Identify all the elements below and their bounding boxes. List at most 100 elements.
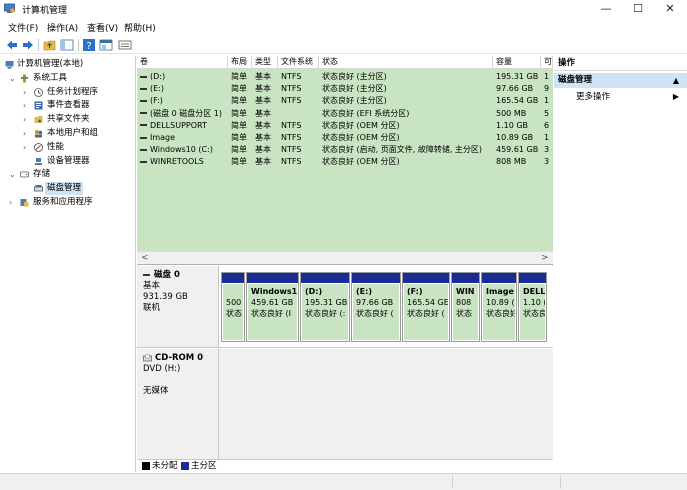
tree-system-tools[interactable]: ⌄ 系统工具 [0, 72, 135, 85]
volume-cell-text: 简单 [231, 120, 247, 130]
console-tree-icon[interactable] [60, 38, 74, 52]
tree-label: 磁盘管理 [45, 182, 84, 195]
column-header-filesystem[interactable]: 文件系统 [278, 56, 319, 69]
volume-cell-layout: 简单 [231, 83, 253, 95]
expand-arrow-icon[interactable]: › [23, 113, 31, 126]
cdrom-0-info[interactable]: CD-ROM 0 DVD (H:) 无媒体 [137, 349, 219, 459]
tree-event-viewer[interactable]: › 事件查看器 [0, 99, 135, 112]
column-header-status[interactable]: 状态 [319, 56, 493, 69]
tree-label: 共享文件夹 [47, 114, 90, 124]
column-header-free[interactable]: 可 [541, 56, 553, 69]
minimize-button[interactable]: — [590, 0, 622, 18]
volume-row[interactable]: (磁盘 0 磁盘分区 1) 简单 基本 状态良好 (EFI 系统分区) 500 MB 5 [137, 108, 553, 120]
partition-block[interactable]: 500 状态 [221, 272, 245, 342]
volume-cell-text: NTFS [281, 145, 302, 155]
partition-block[interactable]: Image 10.89 (状态良好 [481, 272, 517, 342]
scroll-right-icon[interactable]: > [541, 252, 549, 264]
expand-arrow-icon[interactable]: › [23, 99, 31, 112]
partition-block[interactable]: (F:) 165.54 GE 状态良好 ( [402, 272, 450, 342]
volume-cell-text: 状态良好 (OEM 分区) [322, 120, 400, 130]
collapse-up-icon[interactable]: ▲ [673, 73, 679, 88]
tree-shared-folders[interactable]: › 共享文件夹 [0, 113, 135, 126]
cdrom-0-row[interactable]: CD-ROM 0 DVD (H:) 无媒体 [137, 349, 553, 459]
volume-cell-fs: NTFS [281, 132, 319, 144]
volume-row[interactable]: Windows10 (C:) 简单 基本 NTFS 状态良好 (启动, 页面文件, 故障… [137, 144, 553, 156]
expand-arrow-icon[interactable]: › [23, 141, 31, 154]
tree-storage[interactable]: ⌄ 存储 [0, 168, 135, 181]
volume-cell-free: 6 [544, 120, 553, 132]
partition-block[interactable]: DELL 1.10 (状态良 [518, 272, 547, 342]
menu-view[interactable]: 查看(V) [87, 21, 118, 34]
tree-task-scheduler[interactable]: › 任务计划程序 [0, 86, 135, 99]
column-header-volume[interactable]: 卷 [137, 56, 228, 69]
tree-disk-management[interactable]: 磁盘管理 [0, 182, 135, 195]
disk-0-info[interactable]: 磁盘 0 基本 931.39 GB 联机 [137, 266, 219, 347]
forward-icon[interactable] [21, 38, 35, 52]
close-button[interactable]: ✕ [654, 0, 686, 18]
partition-block[interactable]: Windows1 459.61 GB 状态良好 (I [246, 272, 299, 342]
navigation-tree: 计算机管理(本地) ⌄ 系统工具 › 任务计划程序 › 事件查看器 › 共享文件… [0, 56, 136, 472]
performance-icon [34, 143, 43, 152]
volume-row[interactable]: (F:) 简单 基本 NTFS 状态良好 (主分区) 165.54 GB 1 [137, 95, 553, 107]
expand-arrow-icon[interactable]: › [9, 196, 17, 209]
volume-cell-name: DELLSUPPORT [137, 120, 228, 132]
partition-status: 状态良 [523, 309, 545, 318]
column-header-capacity[interactable]: 容量 [493, 56, 541, 69]
toolbar-separator [78, 39, 79, 51]
volume-cell-type: 基本 [255, 83, 279, 95]
tree-local-users[interactable]: › 本地用户和组 [0, 127, 135, 140]
volume-cell-free: 9 [544, 83, 553, 95]
volume-cell-text: 10.89 GB [496, 133, 534, 142]
volume-row[interactable]: WINRETOOLS 简单 基本 NTFS 状态良好 (OEM 分区) 808 MB 3 [137, 156, 553, 168]
partition-status: 状态良好 [486, 309, 515, 318]
computer-management-icon [5, 61, 14, 69]
tree-label: 服务和应用程序 [33, 197, 93, 207]
view-icon[interactable] [118, 38, 132, 52]
partition-size: 1.10 ( [523, 298, 545, 307]
volume-row[interactable]: Image 简单 基本 NTFS 状态良好 (OEM 分区) 10.89 GB 1 [137, 132, 553, 144]
status-bar [0, 473, 687, 490]
volume-row[interactable]: (E:) 简单 基本 NTFS 状态良好 (主分区) 97.66 GB 9 [137, 83, 553, 95]
volume-icon [140, 160, 147, 163]
volume-row[interactable]: (D:) 简单 基本 NTFS 状态良好 (主分区) 195.31 GB 1 [137, 71, 553, 83]
column-header-type[interactable]: 类型 [252, 56, 278, 69]
unallocated-swatch [142, 462, 150, 470]
collapse-arrow-icon[interactable]: ⌄ [9, 168, 17, 181]
volume-cell-text: 简单 [231, 145, 247, 155]
expand-arrow-icon[interactable]: › [23, 86, 31, 99]
partition-body: WIN 808 状态 [453, 284, 478, 340]
tree-root[interactable]: 计算机管理(本地) [0, 58, 135, 71]
collapse-arrow-icon[interactable]: ⌄ [9, 72, 17, 85]
expand-arrow-icon[interactable]: › [23, 127, 31, 140]
maximize-button[interactable]: ☐ [622, 0, 654, 18]
partition-status: 状态良好 (I [251, 309, 292, 318]
properties-icon[interactable] [99, 38, 113, 52]
column-header-layout[interactable]: 布局 [228, 56, 252, 69]
tree-device-manager[interactable]: 设备管理器 [0, 155, 135, 168]
menu-help[interactable]: 帮助(H) [124, 21, 156, 34]
menu-file[interactable]: 文件(F) [8, 21, 38, 34]
up-folder-icon[interactable] [43, 38, 57, 52]
volume-cell-free: 1 [544, 132, 553, 144]
actions-section-disk-management[interactable]: 磁盘管理 ▲ [554, 73, 687, 88]
partition-name: WIN [456, 287, 475, 296]
disk-0-row[interactable]: 磁盘 0 基本 931.39 GB 联机 500 状态 Windows1 459.61… [137, 266, 553, 348]
partition-block[interactable]: (D:) 195.31 GB 状态良好 (: [300, 272, 350, 342]
volume-cell-layout: 简单 [231, 120, 253, 132]
volume-cell-text: 1 [544, 133, 550, 142]
tree-services[interactable]: › 服务和应用程序 [0, 196, 135, 209]
partition-block[interactable]: WIN 808 状态 [451, 272, 480, 342]
scroll-left-icon[interactable]: < [141, 252, 149, 264]
help-icon[interactable]: ? [82, 38, 96, 52]
volume-cell-text: 简单 [231, 72, 247, 81]
horizontal-scrollbar[interactable]: < > [137, 251, 553, 264]
back-icon[interactable] [5, 38, 19, 52]
more-actions[interactable]: 更多操作 ▶ [554, 90, 687, 104]
menu-action[interactable]: 操作(A) [47, 21, 78, 34]
volume-cell-text: 3 [544, 157, 550, 167]
volume-cell-text: (E:) [150, 84, 164, 94]
volume-row[interactable]: DELLSUPPORT 简单 基本 NTFS 状态良好 (OEM 分区) 1.10 GB 6 [137, 120, 553, 132]
tree-performance[interactable]: › 性能 [0, 141, 135, 154]
volume-cell-text: 97.66 GB [496, 84, 534, 94]
partition-block[interactable]: (E:) 97.66 GB 状态良好 ( [351, 272, 401, 342]
